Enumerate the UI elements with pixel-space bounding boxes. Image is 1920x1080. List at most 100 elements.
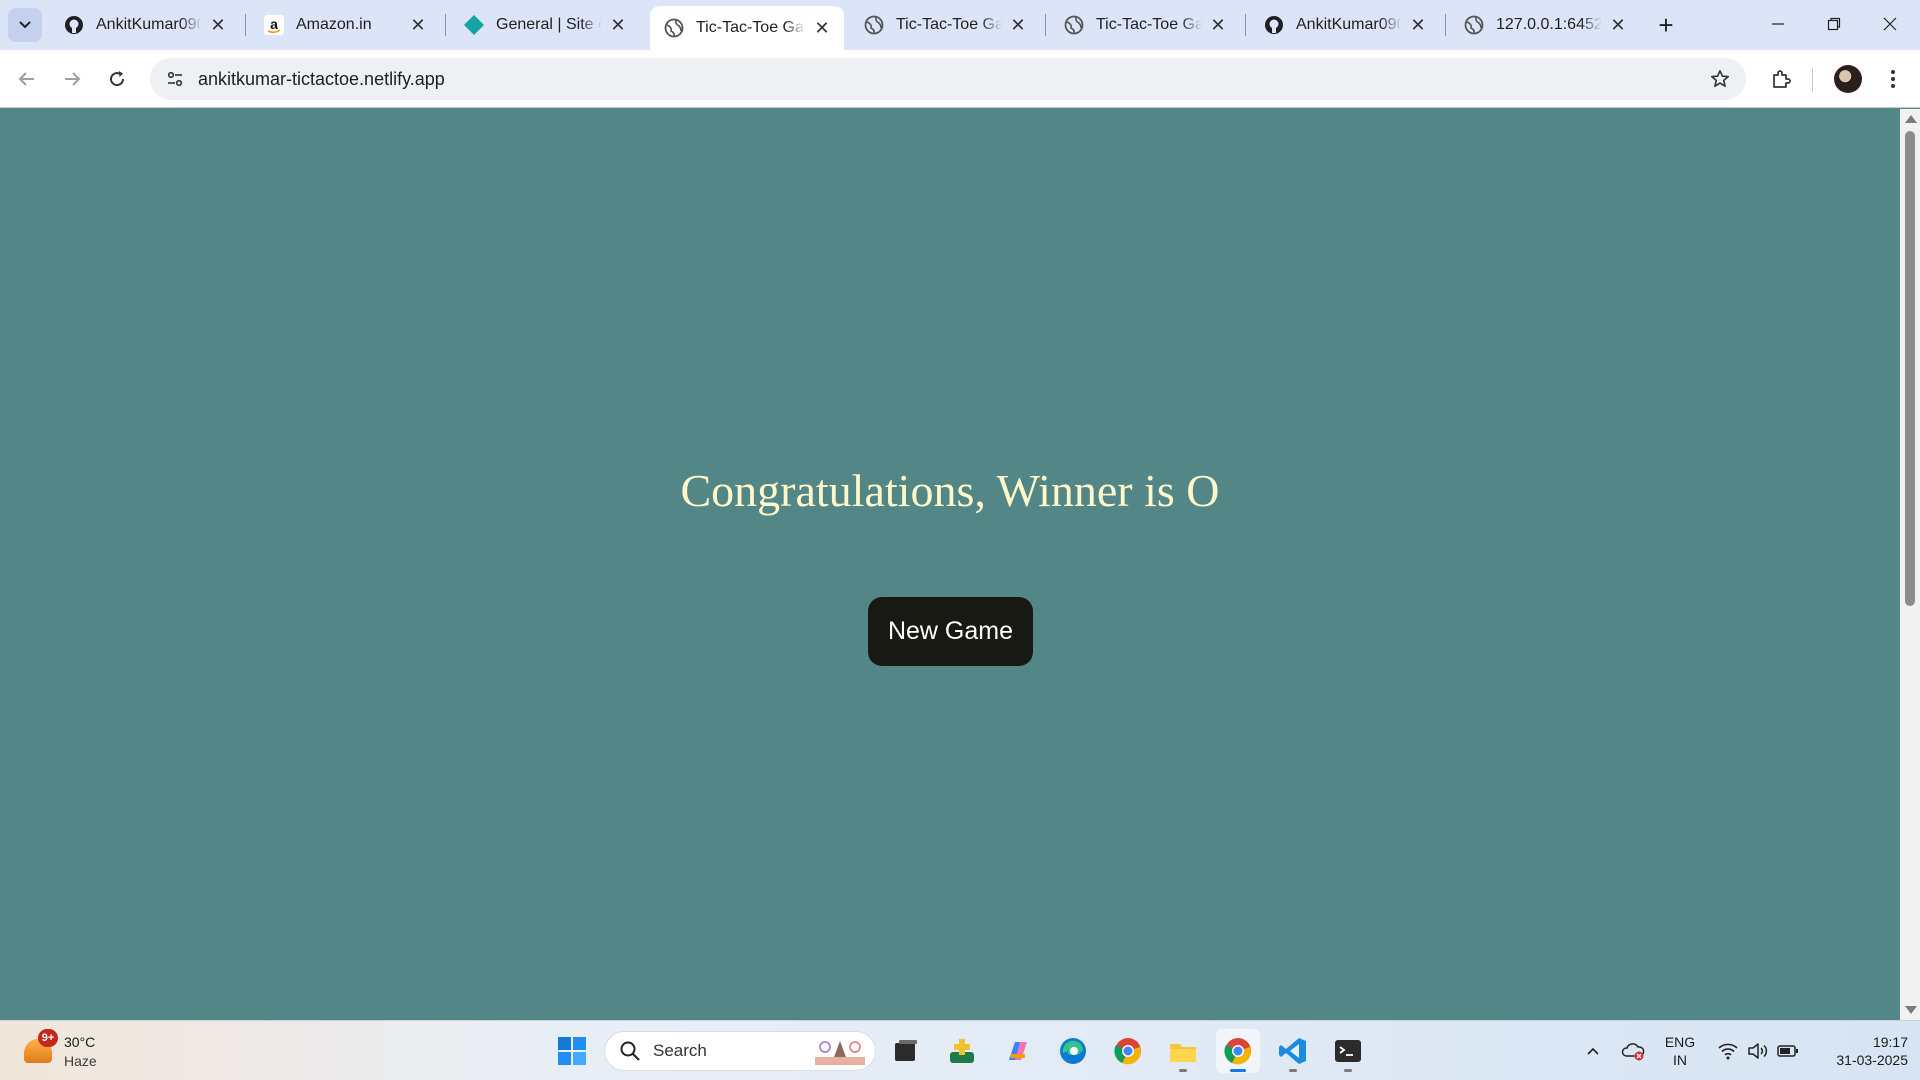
game-app-icon: [950, 1039, 974, 1063]
tab-title: Amazon.in: [296, 16, 372, 33]
extensions-button[interactable]: [1763, 61, 1799, 97]
close-icon[interactable]: ✕: [1008, 15, 1028, 35]
tab-netlify[interactable]: General | Site co ✕: [450, 6, 640, 44]
close-window-button[interactable]: [1862, 0, 1918, 48]
back-button[interactable]: [9, 61, 45, 97]
restore-button[interactable]: [1806, 0, 1862, 48]
scroll-thumb[interactable]: [1905, 131, 1915, 606]
task-view-icon: [895, 1040, 917, 1061]
chrome-icon: [1114, 1038, 1141, 1065]
address-bar[interactable]: ankitkumar-tictactoe.netlify.app: [150, 58, 1746, 100]
new-tab-button[interactable]: +: [1652, 10, 1680, 40]
terminal-icon: [1335, 1040, 1361, 1062]
github-icon: [64, 15, 84, 35]
tab-amazon[interactable]: a Amazon.in ✕: [250, 6, 440, 44]
amazon-icon: a: [264, 15, 284, 35]
onedrive-tray-button[interactable]: [1618, 1021, 1648, 1080]
notification-badge: 9+: [38, 1029, 58, 1047]
url-text[interactable]: ankitkumar-tictactoe.netlify.app: [198, 69, 445, 90]
close-icon: [1883, 17, 1897, 31]
terminal-button[interactable]: [1326, 1029, 1370, 1073]
search-icon: [620, 1041, 640, 1061]
start-button[interactable]: [550, 1029, 594, 1073]
tab-tictactoe-active[interactable]: Tic-Tac-Toe Gam ✕: [650, 6, 844, 50]
system-clock[interactable]: 19:17 31-03-2025: [1808, 1033, 1908, 1069]
tab-separator: [1245, 14, 1246, 36]
close-icon[interactable]: ✕: [1208, 15, 1228, 35]
tab-title: Tic-Tac-Toe Gam: [696, 19, 806, 36]
site-settings-icon[interactable]: [154, 58, 196, 100]
new-game-button[interactable]: New Game: [868, 597, 1033, 666]
wifi-tray-button[interactable]: [1714, 1021, 1742, 1080]
close-icon[interactable]: ✕: [608, 15, 628, 35]
tab-tictactoe-3[interactable]: Tic-Tac-Toe Gam ✕: [1050, 6, 1240, 44]
netlify-icon: [464, 15, 484, 35]
tab-title: General | Site co: [496, 16, 602, 33]
close-icon[interactable]: ✕: [208, 15, 228, 35]
vscode-button[interactable]: [1271, 1029, 1315, 1073]
file-explorer-icon: [1170, 1044, 1196, 1062]
browser-toolbar: ankitkumar-tictactoe.netlify.app: [0, 50, 1920, 108]
windows-start-icon: [558, 1037, 586, 1065]
cloud-error-icon: [1621, 1043, 1645, 1061]
tab-search-button[interactable]: [8, 8, 42, 42]
tab-github-2[interactable]: AnkitKumar0907 ✕: [1250, 6, 1440, 44]
chevron-down-icon: [19, 21, 31, 29]
winner-message: Congratulations, Winner is O: [680, 465, 1220, 516]
github-icon: [1264, 15, 1284, 35]
forward-button[interactable]: [54, 61, 90, 97]
volume-tray-button[interactable]: [1744, 1021, 1772, 1080]
battery-tray-button[interactable]: [1774, 1021, 1802, 1080]
minimize-button[interactable]: [1750, 0, 1806, 48]
restore-icon: [1827, 17, 1841, 31]
close-icon[interactable]: ✕: [1408, 15, 1428, 35]
reload-icon: [110, 71, 125, 87]
bookmark-star-icon[interactable]: [1708, 67, 1732, 91]
vertical-scrollbar[interactable]: [1900, 109, 1920, 1020]
scroll-up-arrow-icon[interactable]: [1905, 115, 1917, 123]
tab-localhost[interactable]: 127.0.0.1:64523/ ✕: [1450, 6, 1640, 44]
region-code: IN: [1673, 1052, 1687, 1068]
taskbar-search[interactable]: Search: [604, 1031, 876, 1071]
clock-time: 19:17: [1872, 1034, 1908, 1050]
scroll-down-arrow-icon[interactable]: [1905, 1006, 1917, 1014]
vscode-icon: [1279, 1038, 1306, 1064]
close-icon[interactable]: ✕: [1608, 15, 1628, 35]
close-icon[interactable]: ✕: [408, 15, 428, 35]
show-hidden-icons-button[interactable]: [1578, 1021, 1608, 1080]
arrow-right-icon: [65, 72, 81, 86]
input-language-indicator[interactable]: ENG IN: [1655, 1033, 1705, 1069]
tab-tictactoe-2[interactable]: Tic-Tac-Toe Gam ✕: [850, 6, 1040, 44]
tab-strip: AnkitKumar0907 ✕ a Amazon.in ✕ General |…: [0, 0, 1920, 50]
chrome-button[interactable]: [1106, 1029, 1150, 1073]
weather-widget[interactable]: 9+ 30°C Haze: [20, 1029, 130, 1073]
copilot-button[interactable]: [996, 1029, 1040, 1073]
running-indicator: [1289, 1069, 1297, 1072]
tab-github-1[interactable]: AnkitKumar0907 ✕: [50, 6, 240, 44]
reload-button[interactable]: [99, 61, 135, 97]
clock-date: 31-03-2025: [1836, 1052, 1908, 1068]
battery-icon: [1777, 1045, 1798, 1057]
globe-icon: [864, 15, 884, 35]
chrome-active-button[interactable]: [1216, 1029, 1260, 1073]
globe-icon: [1464, 15, 1484, 35]
game-page: Congratulations, Winner is O New Game: [0, 109, 1900, 1020]
game-app-button[interactable]: [940, 1029, 984, 1073]
task-view-button[interactable]: [884, 1029, 928, 1073]
globe-icon: [1064, 15, 1084, 35]
tab-title: AnkitKumar0907: [96, 16, 202, 33]
speaker-icon: [1748, 1043, 1768, 1059]
file-explorer-button[interactable]: [1161, 1029, 1205, 1073]
language-code: ENG: [1664, 1034, 1696, 1050]
menu-button[interactable]: [1875, 61, 1911, 97]
search-label: Search: [653, 1041, 707, 1060]
more-vertical-icon: [1891, 70, 1895, 88]
edge-button[interactable]: [1051, 1029, 1095, 1073]
close-icon[interactable]: ✕: [812, 18, 832, 38]
profile-button[interactable]: [1830, 61, 1866, 97]
arrow-left-icon: [18, 72, 34, 86]
chevron-up-icon: [1587, 1047, 1599, 1055]
search-highlight-icon: [815, 1041, 865, 1065]
toolbar-separator: [1812, 68, 1813, 92]
tab-title: AnkitKumar0907: [1296, 16, 1402, 33]
